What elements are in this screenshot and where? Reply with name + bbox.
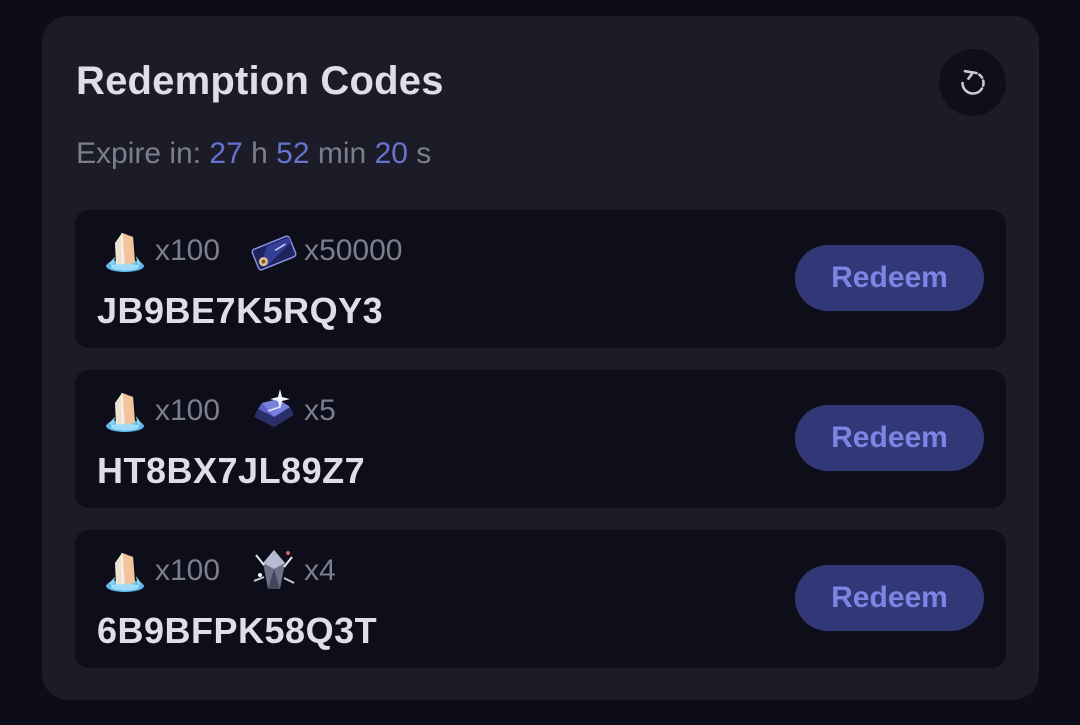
- refine-crystal-icon: [253, 550, 295, 589]
- refresh-icon: [960, 69, 985, 95]
- reward-item: x4: [250, 547, 336, 595]
- code-value[interactable]: 6B9BFPK58Q3T: [97, 610, 377, 652]
- reward-quantity: x5: [304, 394, 336, 427]
- expiry-prefix: Expire in:: [76, 137, 202, 170]
- stellar-jade-icon: [106, 392, 144, 432]
- stellar-jade-icon: [106, 552, 144, 592]
- reward-list: x100 x4: [101, 546, 366, 596]
- redeem-button[interactable]: Redeem: [795, 565, 984, 631]
- code-row: x100 x50000 JB9BE7K5RQY3 Redeem: [75, 210, 1006, 348]
- expiry-seconds-unit: s: [416, 137, 432, 170]
- reward-quantity: x4: [304, 554, 336, 587]
- expiry-minutes: 52: [276, 137, 310, 170]
- panel-title: Redemption Codes: [76, 59, 444, 103]
- expiry-countdown: Expire in: 27 h 52 min 20 s: [76, 135, 431, 173]
- code-value[interactable]: JB9BE7K5RQY3: [97, 290, 383, 332]
- reward-quantity: x100: [155, 394, 221, 427]
- refresh-button[interactable]: [939, 49, 1006, 116]
- code-row: x100 x4 6B9BFPK58Q3T Redeem: [75, 530, 1006, 668]
- reward-item: x5: [250, 387, 336, 435]
- expiry-hours-unit: h: [251, 137, 268, 170]
- reward-list: x100 x50000: [101, 226, 433, 276]
- redeem-button[interactable]: Redeem: [795, 405, 984, 471]
- reward-list: x100 x5: [101, 386, 366, 436]
- code-row: x100 x5 HT8BX7JL89Z7 Redeem: [75, 370, 1006, 508]
- exp-book-icon: [254, 389, 295, 427]
- reward-quantity: x50000: [304, 234, 403, 267]
- code-value[interactable]: HT8BX7JL89Z7: [97, 450, 365, 492]
- expiry-seconds: 20: [374, 137, 408, 170]
- expiry-hours: 27: [209, 137, 243, 170]
- reward-item: x100: [101, 547, 220, 595]
- stellar-jade-icon: [106, 232, 144, 272]
- expiry-minutes-unit: min: [317, 137, 367, 170]
- reward-item: x100: [101, 387, 220, 435]
- reward-quantity: x100: [155, 234, 221, 267]
- reward-quantity: x100: [155, 554, 221, 587]
- reward-item: x50000: [250, 227, 403, 275]
- credit-card-icon: [251, 235, 297, 271]
- redemption-codes-panel: Redemption Codes Expire in: 27 h 52 min …: [42, 16, 1039, 700]
- redeem-button[interactable]: Redeem: [795, 245, 984, 311]
- reward-item: x100: [101, 227, 220, 275]
